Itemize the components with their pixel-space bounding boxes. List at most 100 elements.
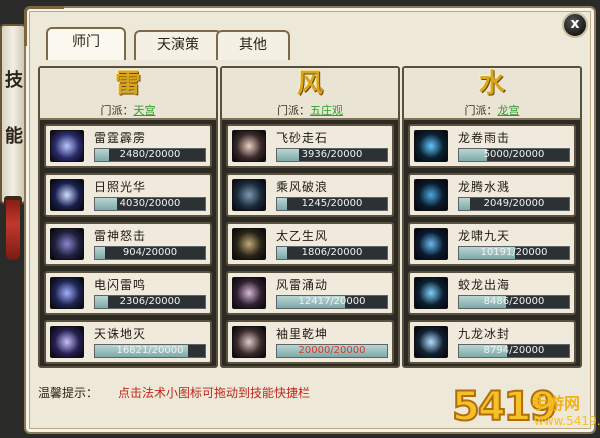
skill-row: 雷霆霹雳 2480/20000 <box>44 124 212 168</box>
skill-name: 九龙冰封 <box>458 327 511 341</box>
tornado-rain-icon[interactable] <box>414 130 448 162</box>
skill-row: 雷神怒击 904/20000 <box>44 222 212 266</box>
proficiency-value: 16821/20000 <box>116 345 184 356</box>
proficiency-value: 1806/20000 <box>301 247 363 258</box>
sect-line: 门派：五庄观 <box>222 102 398 118</box>
proficiency-value: 5000/20000 <box>483 149 545 160</box>
school-column: 雷门派：天宫雷霆霹雳 2480/20000 日照光华 4030/20000 雷神怒击 90… <box>38 66 218 368</box>
skill-row: 龙啸九天 10191/20000 <box>408 222 576 266</box>
proficiency-bar: 12417/20000 <box>276 295 388 309</box>
skill-name: 电闪雷鸣 <box>94 278 147 292</box>
skill-name: 天诛地灭 <box>94 327 147 341</box>
wind-wave-icon[interactable] <box>232 179 266 211</box>
skill-row: 蛟龙出海 8486/20000 <box>408 271 576 315</box>
proficiency-bar: 16821/20000 <box>94 344 206 358</box>
school-column: 风门派：五庄观飞砂走石 3936/20000 乘风破浪 1245/20000 太乙生风 1… <box>220 66 400 368</box>
banner-char-1: 技 <box>5 70 23 91</box>
skill-name: 龙腾水溅 <box>458 180 511 194</box>
proficiency-value: 1245/20000 <box>301 198 363 209</box>
skill-name: 风雷涌动 <box>276 278 329 292</box>
skill-name: 蛟龙出海 <box>458 278 511 292</box>
proficiency-bar: 904/20000 <box>94 246 206 260</box>
skill-row: 九龙冰封 8794/20000 <box>408 320 576 364</box>
proficiency-bar: 5000/20000 <box>458 148 570 162</box>
dragon-roar-icon[interactable] <box>414 228 448 260</box>
school-title: 风 <box>296 69 323 99</box>
proficiency-bar: 8486/20000 <box>458 295 570 309</box>
skill-name: 乘风破浪 <box>276 180 329 194</box>
skill-name: 飞砂走石 <box>276 131 329 145</box>
watermark-site: 手游网 <box>532 394 581 413</box>
proficiency-value: 20000/20000 <box>298 345 366 356</box>
banner-char-2: 能 <box>5 126 23 147</box>
skill-name: 袖里乾坤 <box>276 327 329 341</box>
sleeve-universe-icon[interactable] <box>232 326 266 358</box>
wind-thunder-icon[interactable] <box>232 277 266 309</box>
sect-link[interactable]: 龙宫 <box>498 104 520 117</box>
skill-row: 日照光华 4030/20000 <box>44 173 212 217</box>
skill-name: 日照光华 <box>94 180 147 194</box>
proficiency-bar: 3936/20000 <box>276 148 388 162</box>
skill-row: 太乙生风 1806/20000 <box>226 222 394 266</box>
proficiency-value: 12417/20000 <box>298 296 366 307</box>
school-column: 水门派：龙宫龙卷雨击 5000/20000 龙腾水溅 2049/20000 龙啸九天 10… <box>402 66 582 368</box>
tip-text: 点击法术小图标可拖动到技能快捷栏 <box>118 386 311 400</box>
school-header: 水门派：龙宫 <box>404 68 580 120</box>
proficiency-bar: 2049/20000 <box>458 197 570 211</box>
skill-row: 风雷涌动 12417/20000 <box>226 271 394 315</box>
skill-name: 龙卷雨击 <box>458 131 511 145</box>
flying-sand-icon[interactable] <box>232 130 266 162</box>
proficiency-bar: 20000/20000 <box>276 344 388 358</box>
proficiency-bar: 2480/20000 <box>94 148 206 162</box>
tip-label: 温馨提示： <box>38 386 99 400</box>
skill-row: 天诛地灭 16821/20000 <box>44 320 212 364</box>
sect-link[interactable]: 天宫 <box>134 104 156 117</box>
skill-row: 飞砂走石 3936/20000 <box>226 124 394 168</box>
dragon-splash-icon[interactable] <box>414 179 448 211</box>
thunder-strike-icon[interactable] <box>50 228 84 260</box>
proficiency-value: 2480/20000 <box>119 149 181 160</box>
skill-row: 袖里乾坤 20000/20000 <box>226 320 394 364</box>
tab-other[interactable]: 其他 <box>216 30 290 60</box>
proficiency-value: 10191/20000 <box>480 247 548 258</box>
ice-dragon-icon[interactable] <box>414 326 448 358</box>
close-button[interactable]: x <box>562 12 588 38</box>
skill-row: 龙卷雨击 5000/20000 <box>408 124 576 168</box>
school-header: 雷门派：天宫 <box>40 68 216 120</box>
skill-row: 电闪雷鸣 2306/20000 <box>44 271 212 315</box>
sect-line: 门派：龙宫 <box>404 102 580 118</box>
tassel-decoration <box>6 200 20 260</box>
flash-thunder-icon[interactable] <box>50 277 84 309</box>
sect-label: 门派： <box>277 104 310 117</box>
skill-name: 雷神怒击 <box>94 229 147 243</box>
proficiency-bar: 1806/20000 <box>276 246 388 260</box>
sun-beam-icon[interactable] <box>50 179 84 211</box>
skill-row: 乘风破浪 1245/20000 <box>226 173 394 217</box>
proficiency-value: 8794/20000 <box>483 345 545 356</box>
proficiency-value: 4030/20000 <box>119 198 181 209</box>
sea-dragon-icon[interactable] <box>414 277 448 309</box>
proficiency-bar: 8794/20000 <box>458 344 570 358</box>
tab-shimen[interactable]: 师门 <box>46 27 126 60</box>
heaven-strike-icon[interactable] <box>50 326 84 358</box>
skills-banner: 技 能 <box>0 24 26 204</box>
school-header: 风门派：五庄观 <box>222 68 398 120</box>
sect-label: 门派： <box>100 104 134 117</box>
sect-link[interactable]: 五庄观 <box>310 104 343 117</box>
skill-name: 太乙生风 <box>276 229 329 243</box>
proficiency-value: 8486/20000 <box>483 296 545 307</box>
school-title: 水 <box>478 69 505 99</box>
wind-vortex-icon[interactable] <box>232 228 266 260</box>
watermark-url: www.5419.com <box>534 414 600 428</box>
tab-tianyance[interactable]: 天演策 <box>134 30 222 60</box>
site-watermark: 5419 手游网 www.5419.com <box>451 383 600 438</box>
sect-label: 门派： <box>464 104 498 117</box>
proficiency-bar: 10191/20000 <box>458 246 570 260</box>
school-title: 雷 <box>114 69 141 99</box>
proficiency-value: 2306/20000 <box>119 296 181 307</box>
proficiency-bar: 4030/20000 <box>94 197 206 211</box>
proficiency-bar: 2306/20000 <box>94 295 206 309</box>
proficiency-value: 2049/20000 <box>483 198 545 209</box>
lightning-storm-icon[interactable] <box>50 130 84 162</box>
proficiency-value: 904/20000 <box>122 247 178 258</box>
